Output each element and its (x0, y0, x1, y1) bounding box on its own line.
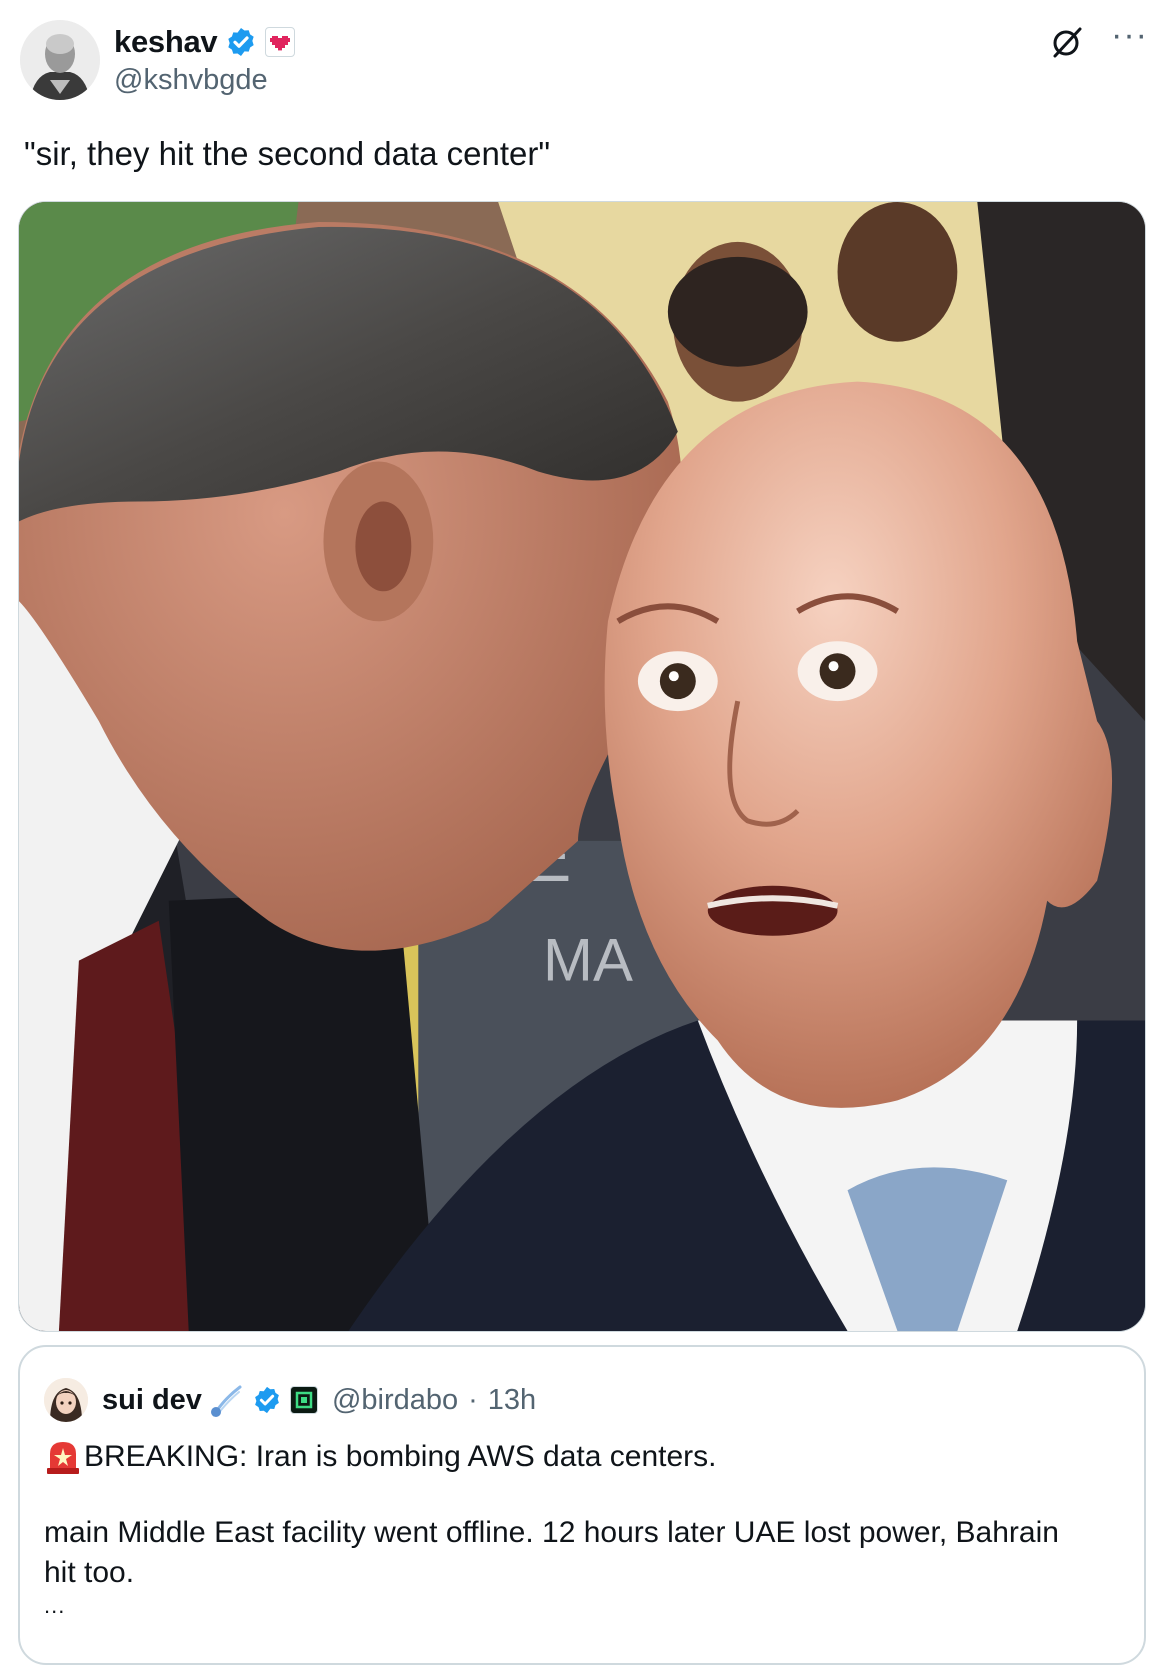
author-name-row: keshav (114, 20, 296, 64)
tweet-text: "sir, they hit the second data center" (24, 135, 551, 172)
comet-emoji-icon (210, 1385, 242, 1417)
grok-icon[interactable] (1049, 24, 1085, 60)
pixel-heart-badge-icon[interactable] (265, 27, 296, 57)
quoted-timestamp[interactable]: 13h (488, 1384, 536, 1417)
author-handle[interactable]: @kshvbgde (114, 64, 268, 97)
more-options-icon[interactable]: ··· (1111, 18, 1148, 52)
anime-avatar-icon[interactable] (44, 1378, 88, 1422)
affiliate-badge-icon[interactable] (289, 1386, 318, 1414)
quoted-text-ellipsis: ... (44, 1593, 66, 1618)
verified-badge-icon[interactable] (252, 1385, 282, 1415)
quoted-breaking-text: BREAKING: Iran is bombing AWS data cente… (84, 1440, 717, 1473)
quoted-text-line2: main Middle East facility went offline. … (44, 1516, 1059, 1589)
quoted-display-name[interactable]: sui dev (102, 1384, 202, 1417)
quoted-tweet-header: sui dev @birdabo · 13h (44, 1377, 536, 1423)
author-avatar[interactable] (20, 20, 100, 100)
verified-badge-icon[interactable] (225, 26, 257, 58)
sign-text-2: MA (543, 927, 633, 994)
tweet-top-actions: ··· (1049, 18, 1148, 60)
quoted-text-line1: BREAKING: Iran is bombing AWS data cente… (44, 1437, 717, 1477)
author-display-name[interactable]: keshav (114, 24, 218, 60)
avatar-portrait-icon (20, 20, 100, 100)
meta-separator: · (468, 1383, 478, 1416)
quoted-tweet[interactable]: sui dev @birdabo · 13h BREAKING: Iran is… (18, 1345, 1146, 1665)
tweet-media[interactable]: KE MA (18, 201, 1146, 1332)
rotating-light-icon (47, 1442, 79, 1474)
meme-photo-image: KE MA (19, 202, 1145, 1331)
quoted-handle[interactable]: @birdabo (332, 1384, 458, 1417)
